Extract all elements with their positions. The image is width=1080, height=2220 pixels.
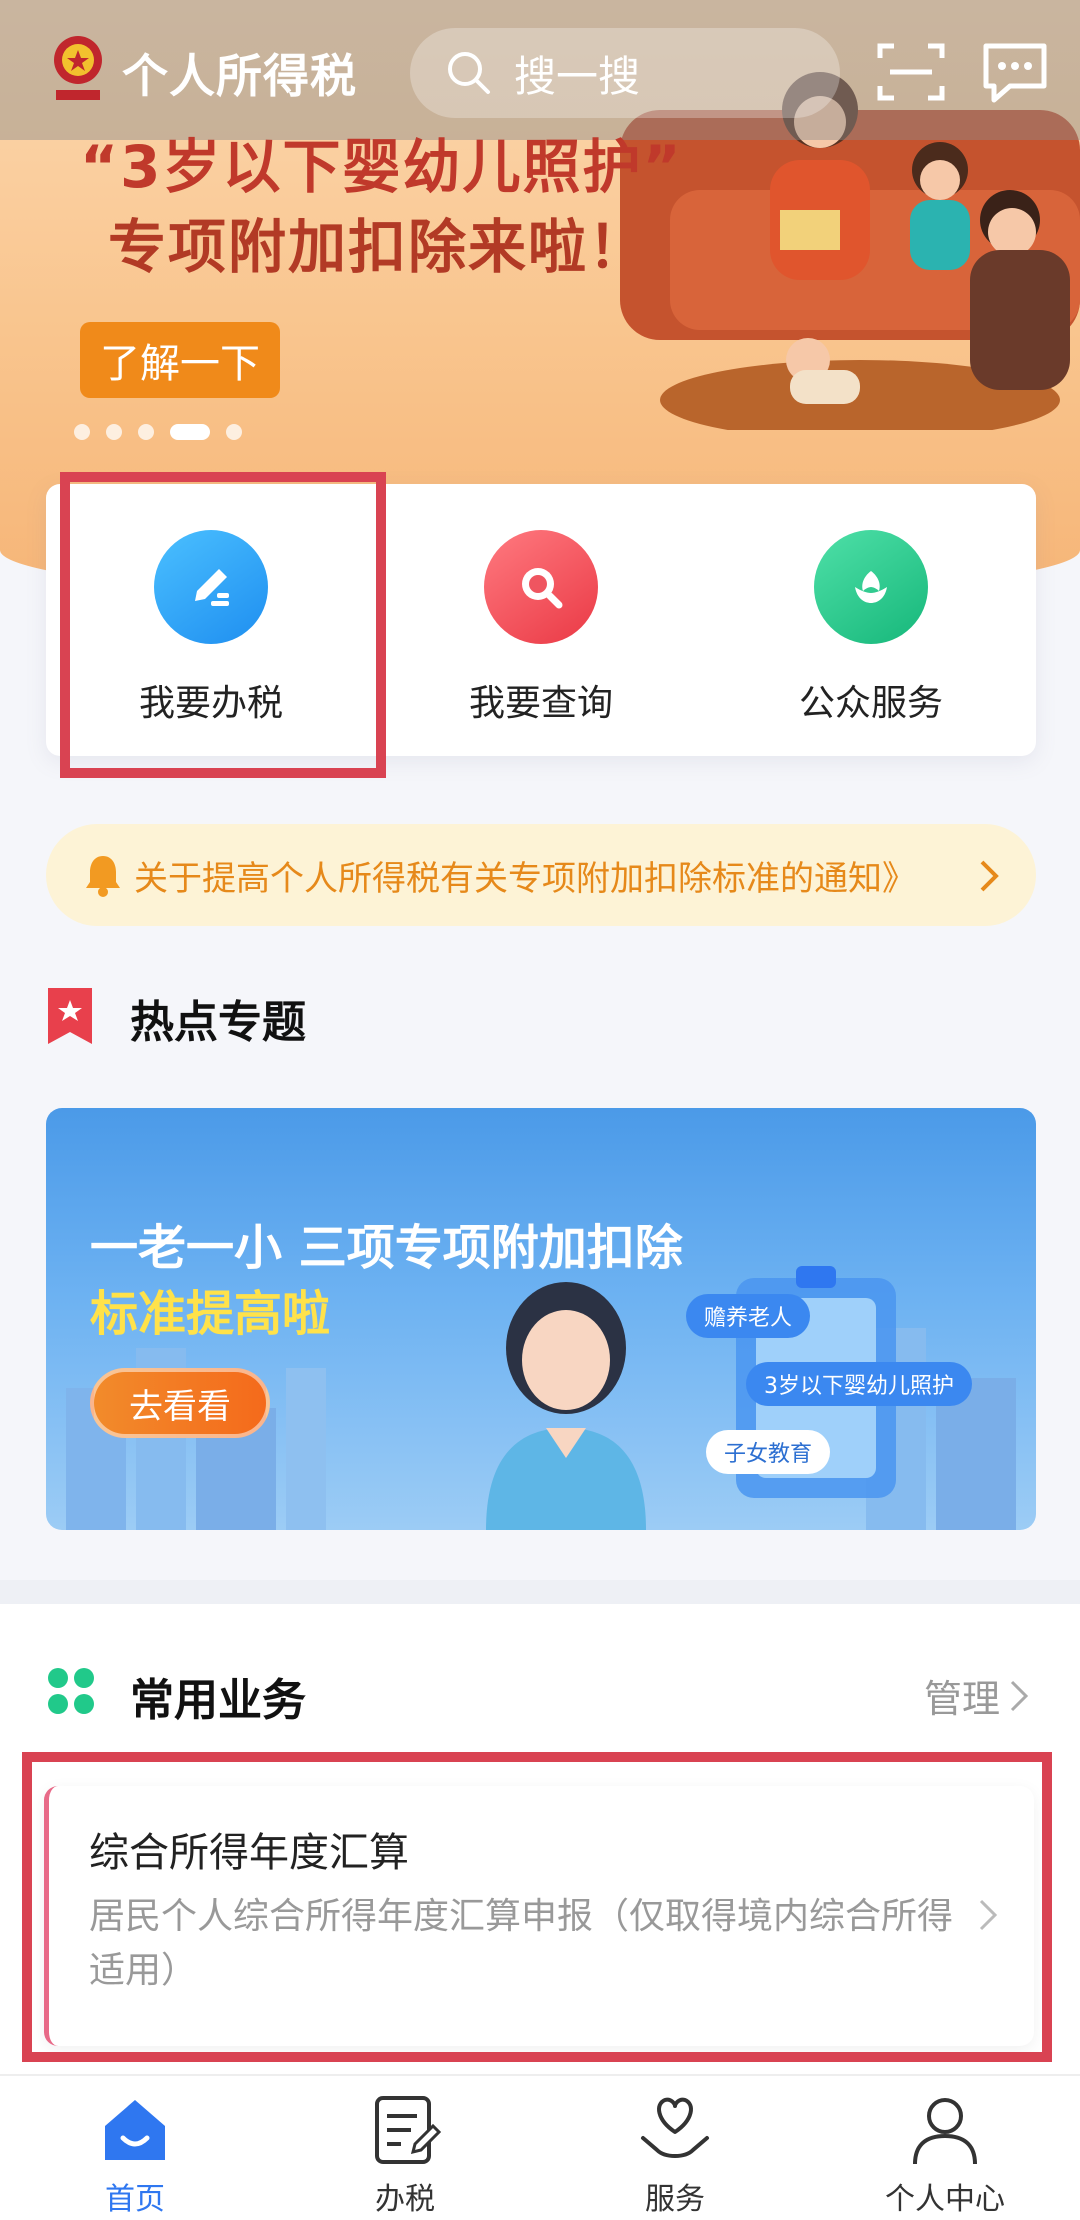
tag-infant-care: 3岁以下婴幼儿照护 [746, 1362, 972, 1406]
promo-title-line2: 专项附加扣除来啦！ [108, 213, 649, 281]
hot-topics-title: 热点专题 [130, 997, 306, 1048]
common-services-title: 常用业务 [130, 1675, 306, 1726]
bell-icon [86, 856, 120, 897]
tulip-icon [814, 530, 928, 644]
notice-text: 关于提高个人所得税有关专项附加扣除标准的通知》 [134, 858, 916, 899]
banner-headline: 一老一小 三项专项附加扣除 [90, 1220, 683, 1276]
tag-elderly-support: 赡养老人 [686, 1294, 811, 1338]
app-title: 个人所得税 [122, 49, 357, 103]
quick-action-query[interactable]: 我要查询 [376, 484, 706, 756]
bottom-navigation: 首页 办税 服务 个人中心 [0, 2074, 1080, 2220]
carousel-dot-active [170, 424, 210, 440]
quick-action-label: 我要查询 [468, 683, 613, 724]
learn-more-button[interactable]: 了解一下 [80, 322, 280, 398]
home-icon [105, 2100, 165, 2160]
scan-icon[interactable] [876, 40, 946, 104]
carousel-indicator [74, 424, 242, 440]
user-icon [913, 2098, 977, 2165]
promo-title-line1: “3岁以下婴幼儿照护” [80, 133, 683, 201]
search-icon [448, 52, 490, 94]
notice-bar[interactable]: 关于提高个人所得税有关专项附加扣除标准的通知》 [46, 824, 1036, 926]
nav-service[interactable]: 服务 [540, 2076, 810, 2220]
nav-tax[interactable]: 办税 [270, 2076, 540, 2220]
search-input[interactable]: 搜一搜 [410, 28, 840, 118]
go-see-button[interactable]: 去看看 [90, 1368, 270, 1438]
clover-grid-icon [48, 1668, 94, 1714]
nav-profile[interactable]: 个人中心 [810, 2076, 1080, 2220]
banner-subheadline: 标准提高啦 [90, 1286, 331, 1342]
document-edit-icon [375, 2096, 442, 2164]
heart-hand-icon [641, 2097, 709, 2158]
message-icon[interactable] [980, 40, 1050, 106]
quick-action-public-service[interactable]: 公众服务 [706, 484, 1036, 756]
quick-action-label: 公众服务 [798, 683, 943, 724]
carousel-dot [74, 424, 90, 440]
carousel-dot [106, 424, 122, 440]
highlight-box-annual-settlement [22, 1752, 1052, 2062]
search-placeholder: 搜一搜 [514, 51, 641, 101]
highlight-box-tax-filing [60, 472, 386, 778]
hot-topic-banner[interactable]: 一老一小 三项专项附加扣除 标准提高啦 去看看 赡养老人 3岁以下婴幼儿照护 子… [46, 1108, 1036, 1530]
tag-child-education: 子女教育 [706, 1430, 831, 1474]
woman-illustration [486, 1282, 646, 1530]
nav-home[interactable]: 首页 [0, 2076, 270, 2220]
bookmark-star-icon [48, 988, 92, 1044]
manage-link[interactable]: 管理 [924, 1668, 1000, 1723]
nav-label: 服务 [645, 2182, 705, 2217]
chevron-right-icon [980, 860, 999, 892]
nav-label: 办税 [375, 2182, 435, 2217]
tax-emblem-logo [54, 36, 102, 100]
magnifier-icon [484, 530, 598, 644]
nav-label: 首页 [105, 2182, 165, 2217]
carousel-dot [138, 424, 154, 440]
nav-label: 个人中心 [885, 2182, 1005, 2217]
carousel-dot [226, 424, 242, 440]
section-divider [0, 1580, 1080, 1604]
chevron-right-icon [1010, 1680, 1029, 1712]
